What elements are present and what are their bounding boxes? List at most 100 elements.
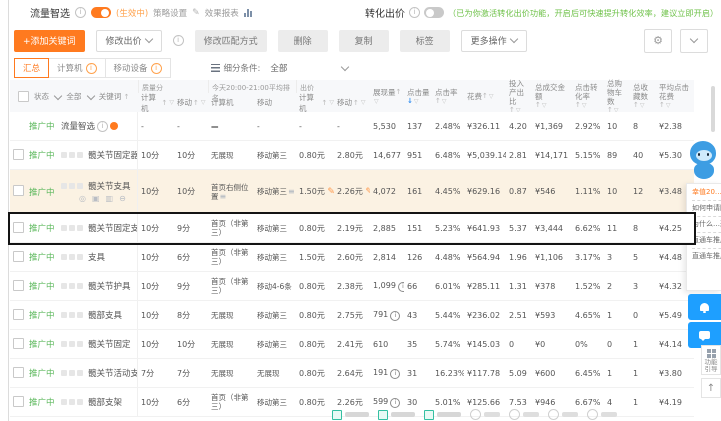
cell-bid-mobile[interactable]: 2.38元 [334, 281, 370, 292]
tab-mobile[interactable]: 移动设备 i [104, 58, 171, 78]
metric-column-header[interactable]: 总收藏数 ↑ ▽ [630, 80, 656, 112]
feature-guide-button[interactable]: 功能引导 [701, 345, 721, 375]
cell-bid-pc[interactable]: 0.80元 [296, 150, 334, 161]
add-keyword-button[interactable]: +添加关键词 [14, 29, 85, 52]
metric-column-header[interactable]: 总成交金额 ↑ ▽ [532, 80, 572, 112]
flow-smart-toggle[interactable] [91, 7, 111, 18]
keyword-cell[interactable]: 髋关节固定 [58, 330, 138, 358]
table-row[interactable]: 推广中 髋关节活动支具 7分 7分 无展现 无展现 0.80元2.64元191i31 16.2… [10, 359, 694, 388]
cell-bid-mobile[interactable]: 2.80元 [334, 150, 370, 161]
copy-button[interactable]: 复制 [338, 29, 389, 52]
info-icon[interactable]: i [172, 35, 184, 46]
cell-bid-mobile[interactable]: 2.19元 [334, 223, 370, 234]
cell-bid-pc[interactable]: 0.80元 [296, 310, 334, 321]
status-value-dropdown[interactable]: 全部 [66, 91, 96, 102]
faq-item[interactable]: 如何申请图片功能… [692, 203, 721, 214]
more-actions-dropdown[interactable]: 更多操作 [460, 29, 527, 52]
row-checkbox[interactable] [13, 279, 24, 291]
row-checkbox[interactable] [13, 148, 24, 160]
keyword-cell[interactable]: 髋关节活动支具 [58, 359, 138, 387]
keyword-cell[interactable]: 流量智选 i [58, 112, 138, 140]
cell-bid-pc[interactable]: 1.50元 [296, 252, 334, 263]
metric-column-header[interactable]: 投入产出比 ↑ ▽ [506, 79, 532, 114]
cell-bid-pc[interactable]: 1.50元 ✎ [296, 186, 334, 197]
keyword-cell[interactable]: 髋关节固定器 [58, 141, 138, 169]
keyword-cell[interactable]: 髋部支架 [58, 388, 138, 416]
settings-gear-button[interactable]: ⚙ [644, 28, 672, 53]
subcolumn-header[interactable]: 移动 ↑ ▽ [334, 93, 370, 112]
metric-column-header[interactable]: 展现量 ↑ ▽ [370, 80, 404, 112]
keyword-tools[interactable]: ◎ ▣ ▥ ⊖ [79, 195, 137, 203]
keyword-column-header[interactable]: 关键词 ↑ [99, 91, 130, 102]
cell-bid-pc[interactable]: 0.80元 [296, 339, 334, 350]
row-checkbox[interactable] [13, 366, 24, 378]
faq-item[interactable]: 幸值20… [692, 187, 721, 198]
cell-bid-mobile[interactable]: 2.64元 [334, 368, 370, 379]
row-checkbox[interactable] [13, 337, 24, 349]
subcolumn-header[interactable]: 计算机 ↑ ▽ [138, 93, 174, 113]
cell-bid-mobile[interactable]: 2.75元 [334, 310, 370, 321]
table-row[interactable]: 推广中 髋关节固定 10分 10分 无展现 移动第三 0.80元 2.41元 610 35 5.74… [10, 330, 694, 359]
delete-button[interactable]: 删除 [277, 29, 328, 52]
row-checkbox[interactable] [13, 395, 24, 407]
collapse-button[interactable] [680, 28, 708, 53]
table-row[interactable]: 推广中 支具 10分 6分 首页（非第三） 移动第三 1.50元 2.60元 2,814 126 4… [10, 243, 694, 272]
tab-summary[interactable]: 汇总 [14, 58, 50, 78]
table-row[interactable]: 推广中 髋关节护具 10分 9分 首页（非第三） 移动4-6条 0.80元 2.38元 1,09… [10, 272, 694, 301]
keyword-cell[interactable]: 支具 [58, 243, 138, 271]
faq-item[interactable]: 直通车推广… [692, 235, 721, 246]
keyword-cell[interactable]: 髋关节护具 [58, 272, 138, 300]
list-icon[interactable]: ≡ [288, 187, 295, 196]
cell-bid-mobile[interactable]: 2.26元 [334, 397, 370, 408]
metric-column-header[interactable]: 点击量 ↓ ▽ [404, 80, 432, 112]
table-row[interactable]: 推广中 髋关节固定器 10分 10分 无展现 移动第三 0.80元 2.80元 14,677 95… [10, 141, 694, 170]
status-filter-dropdown[interactable]: 状态 [34, 91, 63, 102]
cell-bid-pc[interactable]: 0.80元 [296, 281, 334, 292]
cell-bid-mobile[interactable]: 2.60元 [334, 252, 370, 263]
table-row[interactable]: 推广中 流量智选 i - - — - - - 5,530 137 2.48% ¥326.11 4.20… [10, 112, 694, 141]
bar-chart-icon[interactable] [243, 8, 252, 17]
subcolumn-header[interactable]: 计算机 [208, 93, 254, 112]
row-checkbox[interactable] [13, 308, 24, 320]
cell-bid-pc[interactable]: 0.80元 [296, 223, 334, 234]
assistant-mascot[interactable] [687, 141, 721, 183]
info-icon[interactable]: i [75, 7, 86, 18]
row-checkbox[interactable] [13, 221, 24, 233]
faq-item[interactable]: 为什么…过日限额… [692, 219, 721, 230]
faq-item[interactable]: 直通车推广计划… [692, 251, 721, 262]
table-row[interactable]: 推广中 髋关节固定支具 10分 9分 首页（非第三） 移动第三 0.80元2.19元2,88… [10, 214, 694, 243]
metric-column-header[interactable]: 平均点击花费 ↑ ▽ [656, 80, 694, 112]
cell-bid-mobile[interactable]: 2.26元 ✎ [334, 186, 370, 197]
metric-column-header[interactable]: 点击转化率 ↑ ▽ [572, 80, 604, 112]
row-checkbox[interactable] [13, 185, 24, 196]
metric-column-header[interactable]: 总购物车数 ↑ ▽ [604, 79, 630, 114]
metric-column-header[interactable]: 点击率 ↑ ▽ [432, 80, 464, 112]
select-all-checkbox[interactable] [18, 90, 29, 102]
modify-match-button[interactable]: 修改匹配方式 [194, 29, 267, 52]
table-row[interactable]: 推广中 髋部支具 10分 8分 无展现 移动第三 0.80元 2.75元 791 i 43 5.44%… [10, 301, 694, 330]
tag-button[interactable]: 标签 [399, 29, 450, 52]
keyword-cell[interactable]: 髋部支具 [58, 301, 138, 329]
subcolumn-header[interactable]: 计算机 ↑ ▽ [296, 93, 334, 113]
list-icon[interactable]: ≡ [220, 192, 227, 201]
scrollbar-thumb[interactable] [711, 86, 715, 132]
tab-computer[interactable]: 计算机 i [48, 58, 106, 78]
subcolumn-header[interactable]: 移动 ↑ ▽ [174, 93, 208, 112]
edit-pencil-icon[interactable]: ✎ [327, 187, 334, 197]
info-icon[interactable]: i [409, 7, 420, 18]
subcolumn-header[interactable]: 移动 [254, 93, 296, 112]
convert-bid-toggle[interactable] [424, 7, 444, 18]
cell-bid-pc[interactable]: 0.80元 [296, 397, 334, 408]
keyword-cell[interactable]: 髋关节固定支具 [58, 214, 138, 242]
pencil-icon[interactable]: ✎ [192, 8, 200, 18]
cell-bid-mobile[interactable]: 2.41元 [334, 339, 370, 350]
keyword-cell[interactable]: 髋关节支具 ◎ ▣ ▥ ⊖ [58, 170, 138, 213]
filter-select[interactable]: 全部 [270, 62, 350, 74]
report-link[interactable]: 效果报表 [205, 7, 239, 19]
cell-bid-pc[interactable]: 0.80元 [296, 368, 334, 379]
row-checkbox[interactable] [13, 250, 24, 262]
modify-bid-dropdown[interactable]: 修改出价 [95, 29, 162, 52]
back-to-top-button[interactable]: ↑ [701, 378, 721, 398]
table-row[interactable]: 推广中 髋关节支具 ◎ ▣ ▥ ⊖ 10分 10分 首页右侧位置≡ 移动第三≡ 1.50元 ✎ 2.2… [10, 170, 694, 214]
notification-bell-button[interactable] [688, 294, 721, 320]
